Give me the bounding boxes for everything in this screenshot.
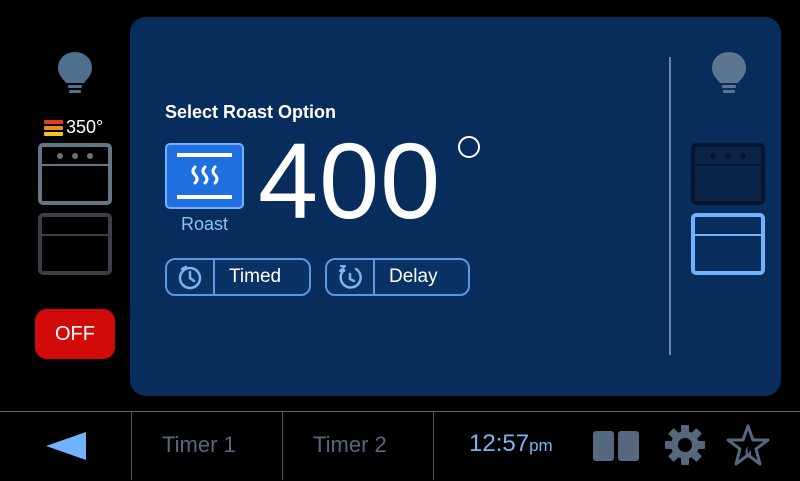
timer1-button[interactable]: Timer 1 xyxy=(162,432,236,458)
off-button[interactable]: OFF xyxy=(35,309,115,359)
upper-oven-icon xyxy=(38,143,112,205)
bar-separator xyxy=(433,412,434,480)
timed-button[interactable]: Timed xyxy=(165,258,311,296)
split-view-icon xyxy=(593,431,639,461)
upper-oven-icon xyxy=(691,143,765,205)
degree-symbol xyxy=(458,136,480,158)
settings-gear-icon xyxy=(665,425,705,465)
upper-oven-select-button[interactable] xyxy=(691,143,765,205)
roast-mode-button[interactable] xyxy=(165,143,244,209)
clock-time: 12:57 xyxy=(469,430,530,457)
favorites-button[interactable] xyxy=(726,424,770,473)
timed-label: Timed xyxy=(229,266,282,287)
lower-oven-select-button[interactable] xyxy=(691,213,765,275)
upper-oven-button[interactable] xyxy=(38,143,112,205)
roast-mode-label: Roast xyxy=(180,214,229,234)
upper-oven-temp-indicator: 350° xyxy=(44,117,103,138)
timer-icon xyxy=(178,265,202,290)
panel-divider xyxy=(669,57,671,355)
lower-oven-icon xyxy=(38,213,112,275)
back-arrow-icon xyxy=(46,432,86,460)
delay-icon xyxy=(339,265,362,289)
back-button[interactable] xyxy=(44,430,88,467)
delay-button[interactable]: Delay xyxy=(325,258,470,296)
clock-ampm: pm xyxy=(529,436,553,455)
right-light-bulb-icon[interactable] xyxy=(710,50,748,96)
lower-oven-button[interactable] xyxy=(38,213,112,275)
roast-heat-icon xyxy=(177,153,232,199)
split-view-button[interactable] xyxy=(593,431,641,466)
settings-button[interactable] xyxy=(664,424,706,471)
off-label: OFF xyxy=(55,322,95,345)
bar-separator xyxy=(282,412,283,480)
favorite-star-icon xyxy=(726,424,770,466)
lower-oven-icon xyxy=(691,213,765,275)
temperature-value[interactable]: 400 xyxy=(258,127,441,235)
timer2-button[interactable]: Timer 2 xyxy=(313,432,387,458)
heating-icon xyxy=(44,119,63,136)
clock: 12:57pm xyxy=(469,430,553,458)
bar-separator xyxy=(131,412,132,480)
delay-label: Delay xyxy=(389,266,438,287)
left-light-bulb-icon[interactable] xyxy=(56,50,94,96)
upper-oven-temp: 350° xyxy=(66,117,104,137)
